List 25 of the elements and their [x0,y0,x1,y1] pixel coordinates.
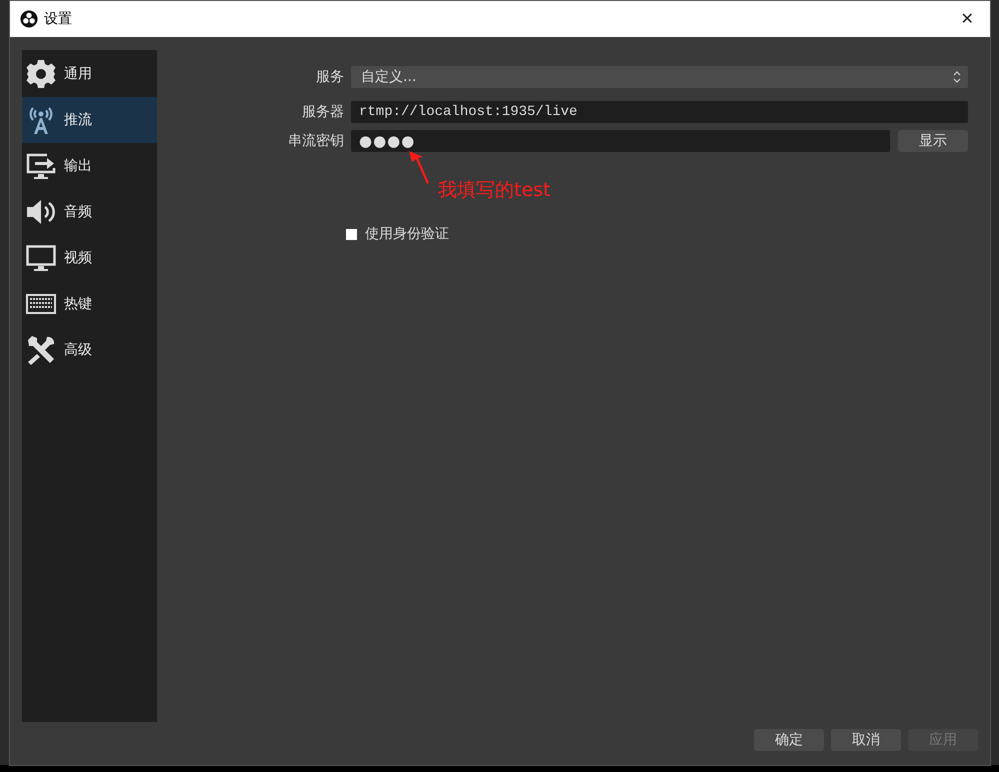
stream-key-field[interactable]: ●●●● [351,130,890,152]
sidebar-item[interactable]: 推流 [22,97,157,143]
app-logo-icon [20,10,38,28]
server-label: 服务器 [301,103,345,121]
service-label: 服务 [315,68,345,86]
close-button[interactable]: ✕ [944,1,990,37]
sidebar-item[interactable]: 高级 [22,327,157,373]
sidebar-item[interactable]: 音频 [22,189,157,235]
stream-key-label: 串流密钥 [287,132,345,150]
dialog-button[interactable]: 确定 [754,729,824,751]
auth-label: 使用身份验证 [365,225,449,243]
annotation-text: 我填写的test [438,178,550,203]
dialog-button[interactable]: 取消 [831,729,901,751]
window-title: 设置 [44,10,73,28]
sidebar-item[interactable]: 通用 [22,51,157,97]
service-dropdown[interactable]: 自定义... [351,66,968,88]
sidebar-item[interactable]: 视频 [22,235,157,281]
tools-icon [25,334,57,366]
auth-checkbox[interactable] [346,228,357,240]
show-button[interactable]: 显示 [898,130,968,152]
sidebar-item[interactable]: 热键 [22,281,157,327]
gear-icon [25,58,57,90]
spinner-arrows-icon [952,70,962,84]
sidebar-item[interactable]: 输出 [22,143,157,189]
server-field[interactable]: rtmp://localhost:1935/live [351,101,968,123]
